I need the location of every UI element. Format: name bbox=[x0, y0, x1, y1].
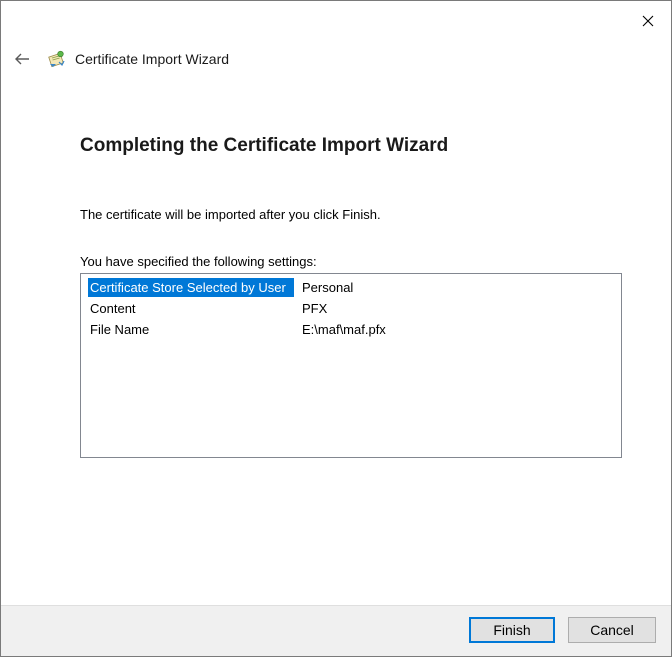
wizard-footer: Finish Cancel bbox=[1, 605, 671, 656]
settings-row[interactable]: Certificate Store Selected by User Perso… bbox=[88, 278, 353, 297]
close-icon bbox=[642, 15, 654, 27]
settings-value: Personal bbox=[302, 280, 354, 295]
cancel-button[interactable]: Cancel bbox=[568, 617, 656, 643]
certificate-icon bbox=[48, 50, 65, 68]
settings-row[interactable]: File Name E:\maf\maf.pfx bbox=[88, 320, 386, 339]
finish-button[interactable]: Finish bbox=[469, 617, 555, 643]
page-heading: Completing the Certificate Import Wizard bbox=[80, 135, 449, 156]
settings-key: Content bbox=[90, 301, 136, 316]
close-button[interactable] bbox=[625, 1, 671, 41]
settings-list[interactable]: Certificate Store Selected by User Perso… bbox=[80, 273, 622, 458]
wizard-window: Certificate Import Wizard Completing the… bbox=[0, 0, 672, 657]
back-arrow-icon bbox=[15, 53, 29, 65]
back-button[interactable] bbox=[11, 48, 33, 70]
info-text: The certificate will be imported after y… bbox=[80, 207, 381, 222]
settings-row[interactable]: Content PFX bbox=[88, 299, 327, 318]
wizard-title: Certificate Import Wizard bbox=[75, 51, 230, 67]
settings-key: File Name bbox=[90, 322, 150, 337]
settings-key: Certificate Store Selected by User bbox=[88, 278, 294, 297]
settings-label: You have specified the following setting… bbox=[80, 254, 317, 269]
wizard-header: Certificate Import Wizard bbox=[11, 45, 229, 73]
settings-value: PFX bbox=[302, 301, 328, 316]
settings-value: E:\maf\maf.pfx bbox=[302, 322, 386, 337]
